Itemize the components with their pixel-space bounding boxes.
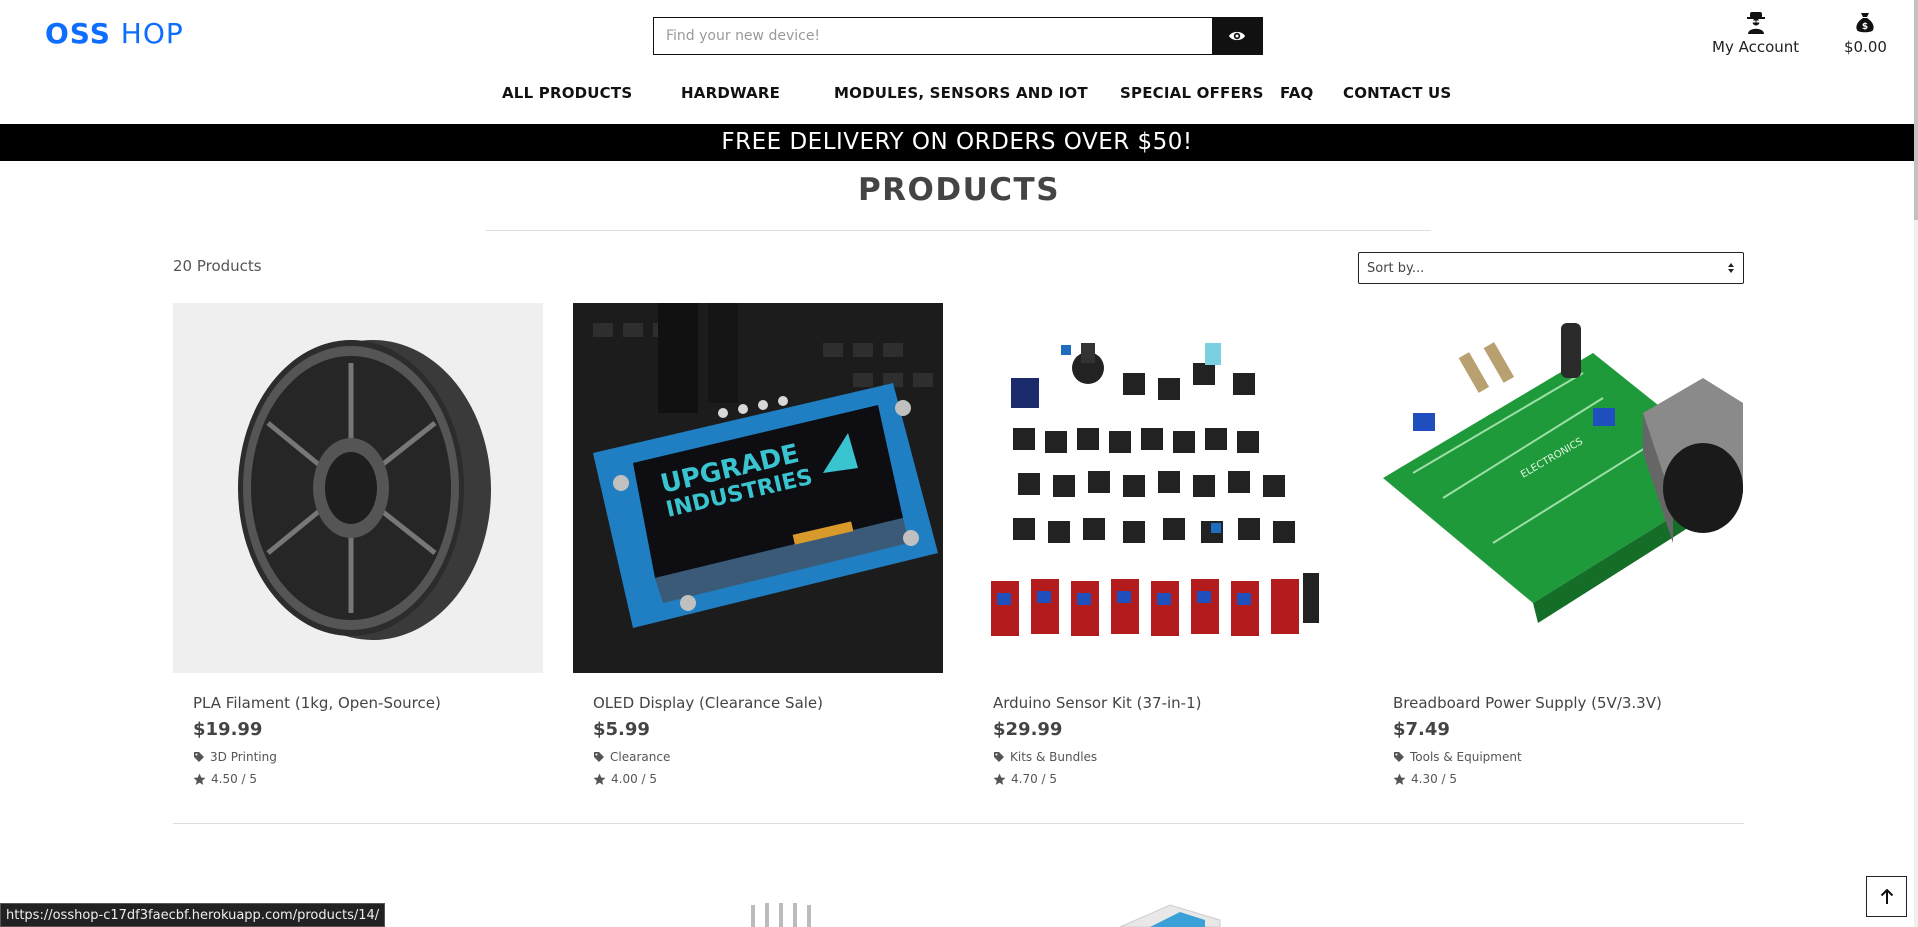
product-category: Tools & Equipment <box>1373 750 1743 764</box>
product-rating: 4.50 / 5 <box>173 772 543 786</box>
product-name[interactable]: PLA Filament (1kg, Open-Source) <box>173 694 543 712</box>
product-rating: 4.30 / 5 <box>1373 772 1743 786</box>
my-account-link[interactable]: My Account <box>1712 12 1799 56</box>
product-category: 3D Printing <box>173 750 543 764</box>
user-secret-icon <box>1746 12 1765 34</box>
back-to-top-button[interactable] <box>1866 876 1907 917</box>
product-rating-label: 4.70 / 5 <box>1011 772 1058 786</box>
svg-text:$: $ <box>1862 22 1868 32</box>
tag-icon <box>994 752 1004 762</box>
product-name[interactable]: OLED Display (Clearance Sale) <box>573 694 943 712</box>
sort-select[interactable]: Sort by... <box>1358 252 1744 284</box>
logo-bold-text: OSS <box>45 17 111 50</box>
product-category-label: 3D Printing <box>210 750 277 764</box>
product-rating-label: 4.30 / 5 <box>1411 772 1458 786</box>
search-input[interactable] <box>654 18 1212 54</box>
product-category-label: Kits & Bundles <box>1010 750 1098 764</box>
logo-light-text: HOP <box>120 17 184 50</box>
product-count: 20 Products <box>173 257 262 275</box>
cart-total: $0.00 <box>1844 38 1887 56</box>
product-price: $29.99 <box>993 719 1063 740</box>
my-account-label: My Account <box>1712 38 1800 56</box>
product-image-oled-display[interactable]: UPGRADE INDUSTRIES <box>573 303 943 673</box>
product-row-divider <box>173 823 1744 824</box>
product-card: ELECTRONICS Breadboard Power Supply (5V/… <box>1373 303 1743 786</box>
star-icon <box>593 773 606 785</box>
product-image-power-supply[interactable]: ELECTRONICS <box>1373 303 1743 673</box>
product-card: PLA Filament (1kg, Open-Source) $19.99 3… <box>173 303 543 786</box>
nav-faq[interactable]: FAQ <box>1280 84 1314 102</box>
arrow-up-icon <box>1880 888 1893 904</box>
nav-special-offers[interactable]: SPECIAL OFFERS <box>1120 84 1264 102</box>
product-rating-label: 4.50 / 5 <box>211 772 258 786</box>
product-category: Kits & Bundles <box>973 750 1343 764</box>
product-rating: 4.70 / 5 <box>973 772 1343 786</box>
free-delivery-banner: FREE DELIVERY ON ORDERS OVER $50! <box>0 124 1914 161</box>
product-category-label: Clearance <box>610 750 671 764</box>
page-scrollbar[interactable] <box>1914 0 1918 927</box>
scrollbar-thumb[interactable] <box>1914 0 1918 220</box>
product-image-filament-spool[interactable] <box>173 303 543 673</box>
product-price: $5.99 <box>593 719 650 740</box>
site-logo[interactable]: OSS HOP <box>45 17 184 50</box>
product-image-partial[interactable] <box>1110 900 1230 927</box>
product-rating: 4.00 / 5 <box>573 772 943 786</box>
product-price: $7.49 <box>1393 719 1450 740</box>
product-image-sensor-kit[interactable] <box>973 303 1343 673</box>
product-category-label: Tools & Equipment <box>1410 750 1522 764</box>
main-nav: ALL PRODUCTS HARDWARE MODULES, SENSORS A… <box>0 84 1918 106</box>
tag-icon <box>194 752 204 762</box>
product-name[interactable]: Arduino Sensor Kit (37-in-1) <box>973 694 1343 712</box>
select-arrows-icon <box>1728 263 1734 273</box>
product-name[interactable]: Breadboard Power Supply (5V/3.3V) <box>1373 694 1743 712</box>
product-card: UPGRADE INDUSTRIES OLED Display (Clearan… <box>573 303 943 786</box>
nav-all-products[interactable]: ALL PRODUCTS <box>502 84 632 102</box>
product-rating-label: 4.00 / 5 <box>611 772 658 786</box>
title-divider <box>486 230 1431 231</box>
tag-icon <box>1394 752 1404 762</box>
nav-hardware[interactable]: HARDWARE <box>681 84 780 102</box>
nav-modules-sensors-iot[interactable]: MODULES, SENSORS AND IOT <box>834 84 1088 102</box>
search-button[interactable] <box>1212 18 1262 54</box>
product-category: Clearance <box>573 750 943 764</box>
search-form <box>653 17 1263 55</box>
star-icon <box>993 773 1006 785</box>
nav-contact-us[interactable]: CONTACT US <box>1343 84 1451 102</box>
cart-link[interactable]: $ $0.00 <box>1844 12 1887 56</box>
tag-icon <box>594 752 604 762</box>
eye-icon <box>1229 31 1245 41</box>
sort-select-value: Sort by... <box>1367 260 1425 276</box>
page-title: PRODUCTS <box>857 172 1061 208</box>
money-bag-icon: $ <box>1856 13 1875 33</box>
product-card: Arduino Sensor Kit (37-in-1) $29.99 Kits… <box>973 303 1343 786</box>
status-bar-url: https://osshop-c17df3faecbf.herokuapp.co… <box>0 903 386 927</box>
product-image-partial[interactable] <box>745 895 835 927</box>
product-price: $19.99 <box>193 719 263 740</box>
star-icon <box>193 773 206 785</box>
star-icon <box>1393 773 1406 785</box>
